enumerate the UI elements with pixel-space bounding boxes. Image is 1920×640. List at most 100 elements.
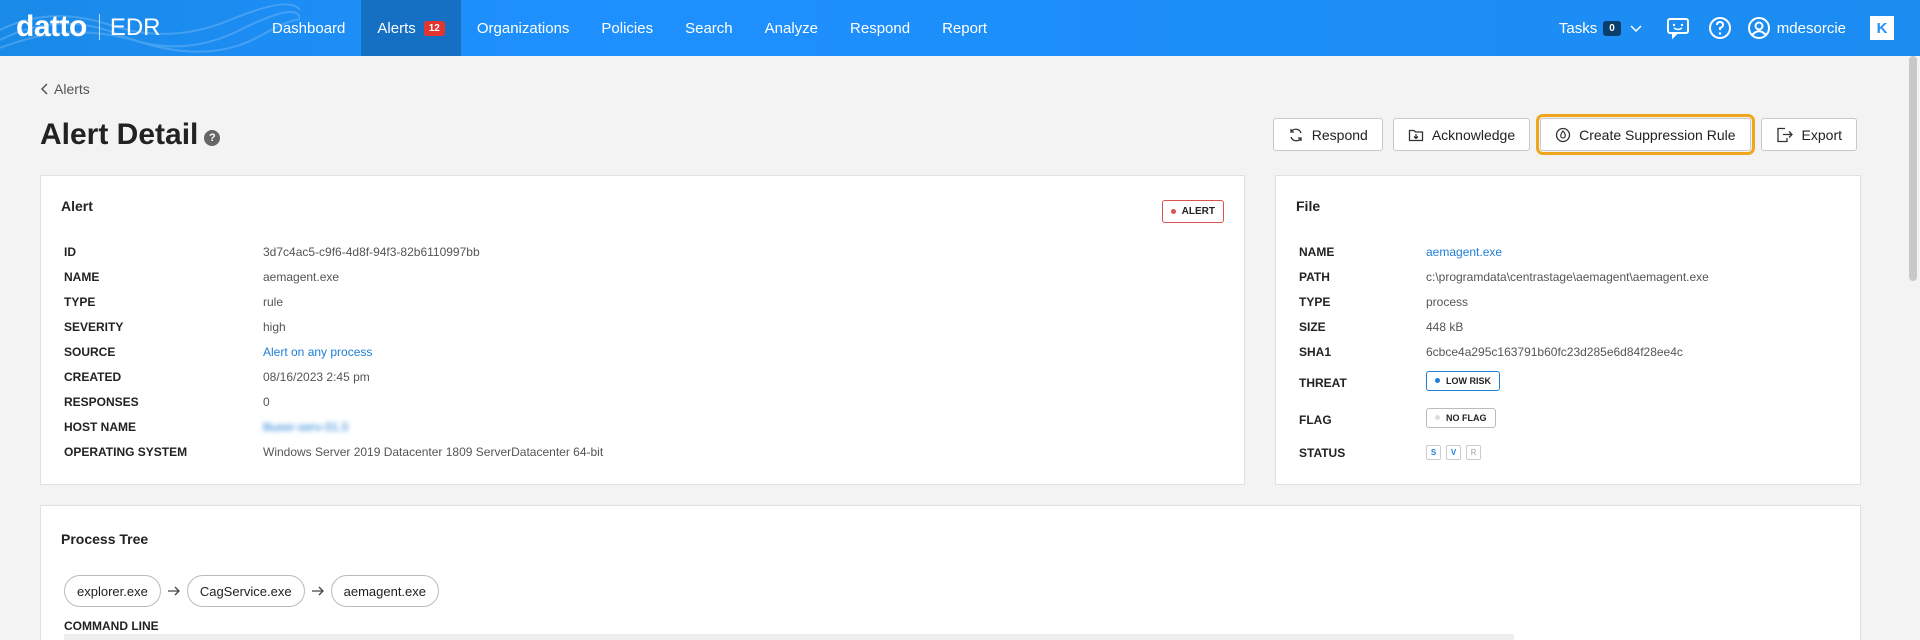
create-suppression-label: Create Suppression Rule (1579, 126, 1736, 143)
respond-button[interactable]: Respond (1272, 118, 1383, 151)
help-icon[interactable]: ? (204, 130, 221, 146)
file-key: SIZE (1299, 320, 1326, 334)
status-chips: S V R (1426, 445, 1486, 460)
process-node[interactable]: explorer.exe (64, 575, 161, 607)
file-row-path: PATH (1299, 269, 1330, 285)
alert-card: Alert ALERT ID 3d7c4ac5-c9f6-4d8f-94f3-8… (40, 175, 1245, 485)
flag-dot (1435, 415, 1440, 420)
file-row-status: STATUS (1299, 445, 1345, 461)
file-row-name: NAME (1299, 244, 1334, 260)
flag-pill[interactable]: NO FLAG (1426, 407, 1496, 428)
alert-name-value: aemagent.exe (263, 270, 340, 284)
alert-key: OPERATING SYSTEM (64, 445, 188, 459)
nav-organizations-label: Organizations (476, 19, 570, 37)
nav-alerts[interactable]: Alerts 12 (361, 0, 461, 56)
file-key: STATUS (1299, 446, 1346, 460)
alert-row-source: SOURCE (64, 344, 115, 360)
export-icon (1776, 127, 1793, 142)
feedback-icon[interactable] (1665, 15, 1691, 41)
alert-row-type: TYPE (64, 294, 95, 310)
user-avatar-icon (1747, 17, 1770, 39)
chevron-down-icon (1630, 25, 1642, 33)
alert-row-created: CREATED (64, 369, 121, 385)
file-type-value: process (1426, 295, 1469, 309)
flag-label: NO FLAG (1446, 412, 1487, 423)
alert-source-link[interactable]: Alert on any process (263, 345, 372, 359)
alert-key: CREATED (64, 370, 122, 384)
file-name-link[interactable]: aemagent.exe (1426, 245, 1502, 259)
alert-key: SEVERITY (64, 320, 124, 334)
threat-low-risk-pill[interactable]: LOW RISK (1426, 370, 1500, 391)
status-chip-s[interactable]: S (1426, 445, 1441, 460)
file-key: THREAT (1299, 376, 1347, 390)
alerts-count-badge: 12 (423, 20, 445, 36)
acknowledge-button[interactable]: Acknowledge (1392, 118, 1531, 151)
chevron-left-icon (40, 83, 48, 95)
file-row-size: SIZE (1299, 319, 1326, 335)
suppression-icon (1555, 127, 1571, 142)
nav-organizations[interactable]: Organizations (461, 0, 586, 56)
file-size-value: 448 kB (1426, 320, 1464, 334)
alert-row-id: ID (64, 244, 76, 260)
nav-search[interactable]: Search (669, 0, 749, 56)
tasks-count-badge: 0 (1603, 20, 1621, 36)
file-sha1-value: 6cbce4a295c163791b60fc23d285e6d84f28ee4c (1426, 345, 1683, 359)
status-chip-v[interactable]: V (1446, 445, 1461, 460)
alert-severity-value: high (263, 320, 286, 334)
refresh-icon (1290, 128, 1302, 141)
brand[interactable]: datto EDR (16, 10, 161, 44)
create-suppression-rule-button[interactable]: Create Suppression Rule (1536, 114, 1755, 155)
nav-respond[interactable]: Respond (834, 0, 926, 56)
file-key: TYPE (1299, 295, 1331, 309)
file-path-value: c:\programdata\centrastage\aemagent\aema… (1426, 270, 1709, 284)
file-row-type: TYPE (1299, 294, 1330, 310)
file-card-title: File (1296, 198, 1321, 214)
alert-badge: ALERT (1161, 200, 1224, 223)
product-name: EDR (109, 14, 161, 41)
file-key: FLAG (1299, 413, 1332, 427)
scrollbar-thumb[interactable] (1909, 56, 1917, 281)
nav-policies[interactable]: Policies (585, 0, 669, 56)
kaseya-logo[interactable]: K (1870, 16, 1894, 40)
nav-analyze[interactable]: Analyze (749, 0, 834, 56)
nav-report[interactable]: Report (926, 0, 1003, 56)
page-scrollbar[interactable] (1906, 56, 1920, 640)
alert-key: RESPONSES (64, 395, 139, 409)
file-row-sha1: SHA1 (1299, 344, 1331, 360)
nav-policies-label: Policies (601, 19, 654, 37)
folder-download-icon (1408, 129, 1423, 141)
process-node[interactable]: CagService.exe (186, 575, 305, 607)
nav-dashboard[interactable]: Dashboard (256, 0, 361, 56)
user-menu[interactable]: mdesorcie (1747, 16, 1846, 40)
alert-os-value: Windows Server 2019 Datacenter 1809 Serv… (263, 445, 604, 459)
alert-row-severity: SEVERITY (64, 319, 123, 335)
alert-id-value: 3d7c4ac5-c9f6-4d8f-94f3-82b6110997bb (263, 245, 480, 259)
process-tree-title: Process Tree (61, 531, 149, 547)
brand-divider (98, 14, 100, 40)
main-nav: Dashboard Alerts 12 Organizations Policie… (256, 0, 1003, 56)
status-chip-r[interactable]: R (1466, 445, 1481, 460)
threat-pill-wrap: LOW RISK (1426, 370, 1500, 391)
process-node[interactable]: aemagent.exe (330, 575, 440, 607)
breadcrumb-back-alerts[interactable]: Alerts (40, 81, 90, 97)
file-row-flag: FLAG (1299, 412, 1332, 428)
help-icon[interactable] (1707, 15, 1733, 41)
alert-card-title: Alert (61, 198, 93, 214)
alert-badge-label: ALERT (1181, 206, 1215, 217)
top-nav-bar: datto EDR Dashboard Alerts 12 Organizatio… (0, 0, 1920, 56)
alert-key: TYPE (64, 295, 96, 309)
command-line-label: COMMAND LINE (64, 619, 159, 633)
process-chain: explorer.exe CagService.exe aemagent.exe (64, 575, 440, 607)
flag-pill-wrap: NO FLAG (1426, 407, 1496, 428)
nav-respond-label: Respond (850, 19, 911, 37)
alert-hostname-value[interactable]: lliuser-serv-01.0 (263, 420, 348, 434)
action-toolbar: Respond Acknowledge Create Suppression R… (1263, 114, 1857, 155)
alert-key: NAME (64, 270, 100, 284)
export-button[interactable]: Export (1760, 118, 1857, 151)
export-label: Export (1801, 126, 1842, 143)
file-key: SHA1 (1299, 345, 1332, 359)
tasks-label: Tasks (1558, 19, 1598, 37)
acknowledge-label: Acknowledge (1431, 126, 1516, 143)
tasks-menu[interactable]: Tasks 0 (1559, 20, 1643, 37)
username: mdesorcie (1776, 19, 1846, 37)
